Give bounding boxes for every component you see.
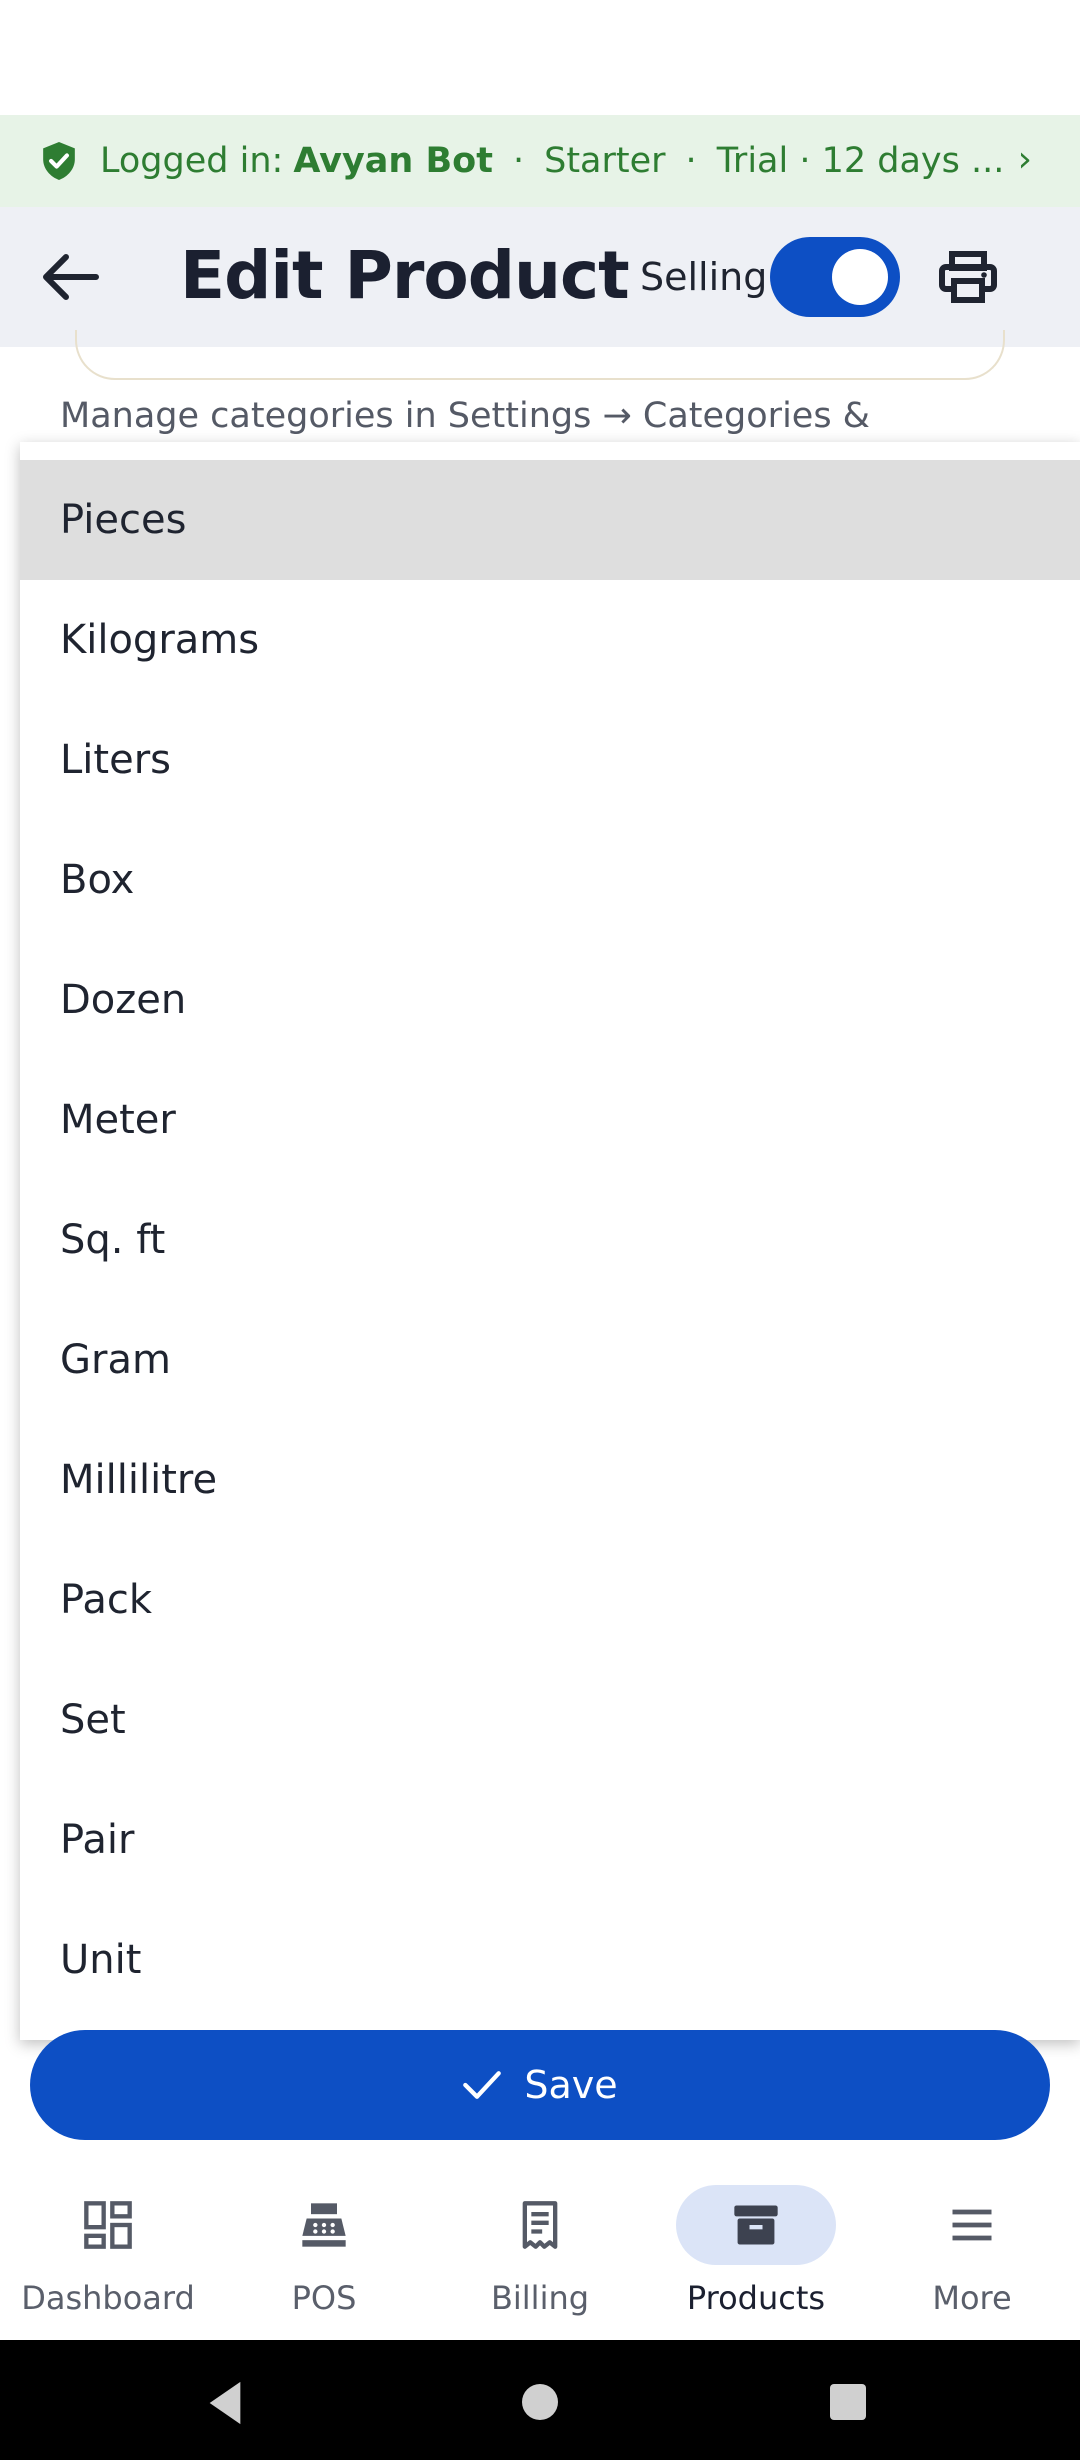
status-bar — [0, 0, 1080, 115]
nav-label: Dashboard — [21, 2279, 195, 2317]
checkmark-icon — [463, 2071, 502, 2099]
nav-item-billing[interactable]: Billing — [432, 2185, 648, 2335]
logged-in-user: Avyan Bot — [293, 141, 493, 181]
system-home-icon[interactable] — [522, 2384, 558, 2420]
unit-option[interactable]: Kilograms — [20, 580, 1080, 700]
unit-option[interactable]: Box — [20, 820, 1080, 940]
nav-label: Products — [686, 2279, 826, 2317]
unit-option[interactable]: Unit — [20, 1900, 1080, 2020]
back-arrow-icon[interactable] — [40, 251, 100, 303]
banner-separator: · — [512, 141, 525, 181]
unit-option[interactable]: Liters — [20, 700, 1080, 820]
system-navigation-bar — [0, 2340, 1080, 2460]
app-bar: Edit Product Selling — [0, 207, 1080, 347]
nav-label: POS — [291, 2279, 357, 2317]
unit-option[interactable]: Gram — [20, 1300, 1080, 1420]
nav-item-dashboard[interactable]: Dashboard — [0, 2185, 216, 2335]
save-button[interactable]: Save — [30, 2030, 1050, 2140]
verified-shield-icon — [43, 142, 75, 180]
menu-icon — [952, 2209, 992, 2241]
category-helper-text: Manage categories in Settings → Categori… — [60, 396, 870, 436]
login-prefix: Logged in: — [100, 141, 284, 181]
unit-option[interactable]: Pack — [20, 1540, 1080, 1660]
save-button-label: Save — [524, 2063, 618, 2107]
archive-box-icon — [734, 2205, 778, 2245]
login-status-banner[interactable]: Logged in: Avyan Bot · Starter · Trial ·… — [0, 115, 1080, 207]
page-title: Edit Product — [180, 237, 630, 314]
dashboard-icon — [84, 2201, 132, 2249]
unit-option[interactable]: Pair — [20, 1780, 1080, 1900]
nav-item-products[interactable]: Products — [648, 2185, 864, 2335]
nav-item-more[interactable]: More — [864, 2185, 1080, 2335]
nav-label: More — [932, 2279, 1012, 2317]
plan-name: Starter — [544, 141, 666, 181]
receipt-icon — [522, 2201, 558, 2249]
cash-register-icon — [302, 2203, 346, 2247]
nav-label: Billing — [490, 2279, 590, 2317]
unit-option[interactable]: Pieces — [20, 460, 1080, 580]
chevron-right-icon: › — [1017, 139, 1032, 180]
toggle-knob — [832, 249, 888, 305]
unit-option[interactable]: Meter — [20, 1060, 1080, 1180]
selling-toggle[interactable] — [770, 237, 900, 317]
banner-separator: · — [685, 141, 697, 181]
unit-option[interactable]: Dozen — [20, 940, 1080, 1060]
unit-option[interactable]: Sq. ft — [20, 1180, 1080, 1300]
category-field-bottom — [75, 330, 1005, 380]
trial-status: Trial · 12 days ... — [716, 141, 1005, 181]
unit-dropdown-menu: Pieces Kilograms Liters Box Dozen Meter … — [20, 442, 1080, 2040]
unit-option[interactable]: Millilitre — [20, 1420, 1080, 1540]
bottom-navigation: Dashboard POS Billing Products More — [0, 2160, 1080, 2340]
system-recents-icon[interactable] — [830, 2384, 866, 2420]
unit-option[interactable]: Set — [20, 1660, 1080, 1780]
system-back-icon[interactable] — [205, 2380, 245, 2426]
printer-icon[interactable] — [938, 251, 998, 303]
selling-toggle-label: Selling — [640, 255, 768, 299]
nav-item-pos[interactable]: POS — [216, 2185, 432, 2335]
